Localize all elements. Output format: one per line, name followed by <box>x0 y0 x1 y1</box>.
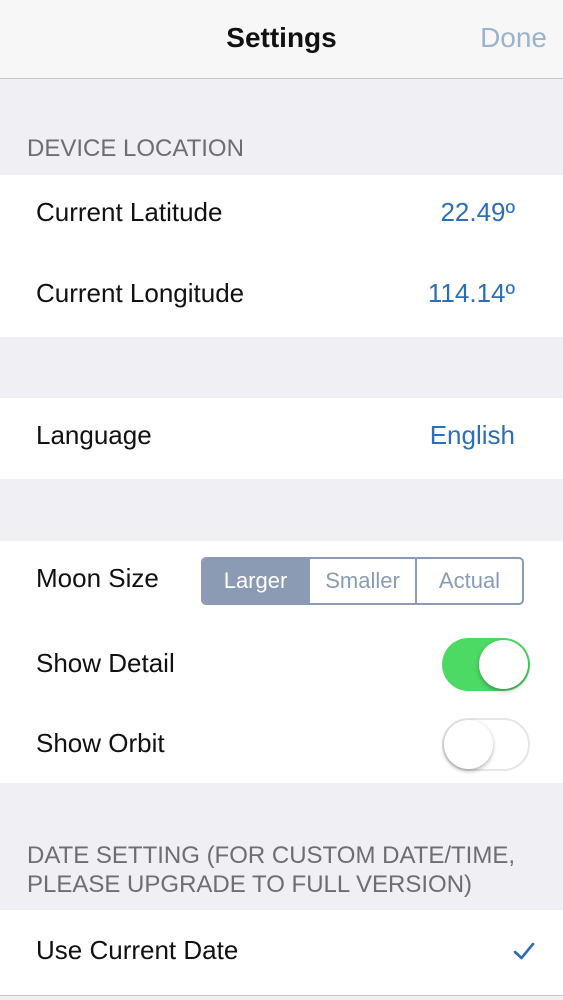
moon-size-label: Moon Size <box>36 563 159 593</box>
show-orbit-toggle[interactable] <box>442 718 530 771</box>
done-button[interactable]: Done <box>480 22 547 54</box>
section-header-date-setting-line1: DATE SETTING (FOR CUSTOM DATE/TIME, <box>27 842 516 869</box>
show-detail-toggle[interactable] <box>442 638 530 691</box>
bottom-divider <box>0 995 563 996</box>
show-orbit-row: Show Orbit <box>0 706 563 787</box>
latitude-value: 22.49º <box>440 197 515 227</box>
toggle-knob <box>444 720 493 769</box>
language-group: Language English <box>0 398 563 479</box>
moon-size-option-larger[interactable]: Larger <box>203 559 308 603</box>
moon-size-segmented-control[interactable]: Larger Smaller Actual <box>201 557 524 605</box>
latitude-row: Current Latitude 22.49º <box>0 175 563 256</box>
navigation-bar: Settings Done <box>0 0 563 79</box>
show-detail-row: Show Detail <box>0 626 563 707</box>
use-current-date-label: Use Current Date <box>36 935 239 965</box>
language-value[interactable]: English <box>430 420 515 451</box>
date-setting-group: Use Current Date <box>0 910 563 995</box>
moon-size-option-smaller[interactable]: Smaller <box>308 559 415 603</box>
device-location-group: Current Latitude 22.49º Current Longitud… <box>0 175 563 337</box>
section-header-date-setting-line2: PLEASE UPGRADE TO FULL VERSION) <box>27 871 473 898</box>
show-detail-label: Show Detail <box>36 648 175 678</box>
longitude-label: Current Longitude <box>36 278 245 308</box>
latitude-label: Current Latitude <box>36 197 223 227</box>
section-header-device-location: DEVICE LOCATION <box>27 135 244 162</box>
show-orbit-label: Show Orbit <box>36 728 165 758</box>
language-row[interactable]: Language English <box>0 398 563 479</box>
longitude-row: Current Longitude 114.14º <box>0 256 563 337</box>
use-current-date-row[interactable]: Use Current Date <box>0 910 563 995</box>
longitude-value: 114.14º <box>427 278 515 308</box>
moon-size-option-actual[interactable]: Actual <box>415 559 522 603</box>
page-title: Settings <box>226 22 337 53</box>
checkmark-icon <box>513 942 535 960</box>
toggle-knob <box>479 640 528 689</box>
language-label: Language <box>36 420 152 450</box>
moon-size-row: Moon Size Larger Smaller Actual <box>0 541 563 622</box>
display-options-group: Moon Size Larger Smaller Actual Show Det… <box>0 541 563 783</box>
